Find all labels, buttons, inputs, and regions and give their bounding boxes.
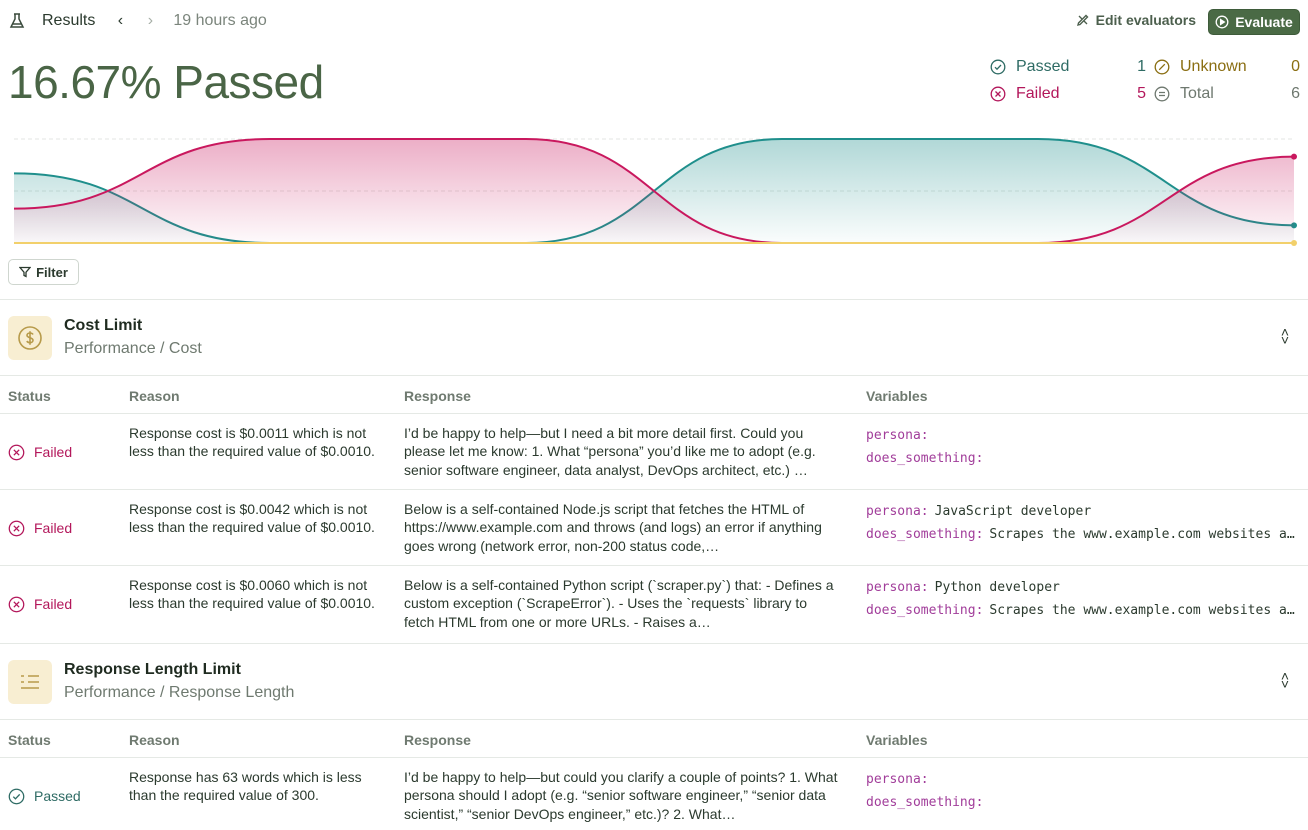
status-text: Failed [34,443,73,460]
column-reason: Reason [129,388,180,404]
variable-key: persona: [866,428,929,443]
evaluate-button[interactable]: Evaluate [1208,9,1300,35]
section-header[interactable]: Response Length Limit Performance / Resp… [0,643,1308,719]
column-response: Response [404,388,471,404]
variables-cell: persona: does_something: [866,424,1300,470]
section-title: Cost Limit [64,317,143,334]
reason-cell: Response cost is $0.0011 which is not le… [129,425,375,460]
equals-circle-icon [1154,86,1170,102]
variable-key: does_something: [866,795,984,810]
pass-rate-headline: 16.67% Passed [8,56,324,108]
page-title: Results [42,12,96,29]
response-cell: Below is a self-contained Python script … [404,577,834,630]
status-text: Failed [34,519,73,536]
column-status: Status [8,732,51,748]
results-area-chart [13,138,1297,246]
edit-evaluators-button[interactable]: Edit evaluators [1076,12,1196,28]
filter-icon [19,266,32,278]
column-reason: Reason [129,732,180,748]
text-lines-icon [8,660,52,704]
filter-button[interactable]: Filter [8,259,79,285]
column-status: Status [8,388,51,404]
collapse-icon[interactable]: ˄ ˅ [1278,669,1292,691]
variable-key: does_something: [866,603,984,618]
section-title: Response Length Limit [64,661,241,678]
check-circle-icon [990,59,1006,75]
status-cell: Passed [8,758,81,830]
unknown-label: Unknown [1180,58,1247,75]
table-row[interactable]: Failed Response cost is $0.0011 which is… [0,413,1308,489]
variable-key: persona: [866,580,929,595]
x-circle-icon [990,86,1006,102]
variable-value: JavaScript developer [934,504,1092,519]
failed-label: Failed [1016,85,1060,102]
unknown-circle-icon [1154,59,1170,75]
passed-count: 1 [1137,58,1146,75]
evaluate-label: Evaluate [1235,14,1293,30]
failed-count: 5 [1137,85,1146,102]
table-row[interactable]: Failed Response cost is $0.0060 which is… [0,565,1308,641]
x-circle-icon [8,444,25,460]
failed-end-point [1291,153,1297,160]
column-variables: Variables [866,388,928,404]
response-cell: I’d be happy to help—but I need a bit mo… [404,425,816,478]
passed-label: Passed [1016,58,1070,75]
variable-value: Python developer [934,580,1060,595]
flask-icon [9,13,25,28]
table-row[interactable]: Failed Response cost is $0.0042 which is… [0,489,1308,565]
unknown-end-point [1291,240,1297,246]
variable-key: does_something: [866,451,984,466]
play-circle-icon [1215,15,1229,29]
variables-cell: persona: JavaScript developer does_someth… [866,500,1300,546]
status-cell: Failed [8,566,72,642]
stats-summary: Passed 1 Unknown 0 Failed 5 Total 6 [990,58,1300,103]
column-variables: Variables [866,732,928,748]
edit-evaluators-label: Edit evaluators [1095,12,1196,28]
variable-value: Scrapes the www.example.com websites and… [989,603,1300,618]
pencil-ruler-icon [1076,14,1089,26]
run-time: 19 hours ago [173,12,267,29]
section-subtitle: Performance / Response Length [64,684,295,701]
response-cell: Below is a self-contained Node.js script… [404,501,822,554]
table-header: Status Reason Response Variables [0,375,1308,413]
filter-label: Filter [36,264,68,280]
status-text: Failed [34,595,73,612]
reason-cell: Response cost is $0.0060 which is not le… [129,577,375,612]
variable-key: does_something: [866,527,984,542]
variable-key: persona: [866,504,929,519]
check-circle-icon [8,788,25,804]
section-response-length-limit: Response Length Limit Performance / Resp… [0,643,1308,830]
variables-cell: persona: does_something: [866,768,1300,814]
x-circle-icon [8,520,25,536]
reason-cell: Response has 63 words which is less than… [129,769,362,804]
section-subtitle: Performance / Cost [64,340,202,357]
total-count: 6 [1291,85,1300,102]
variables-cell: persona: Python developer does_something:… [866,576,1300,622]
section-cost-limit: Cost Limit Performance / Cost ˄ ˅ Status … [0,299,1308,641]
variable-key: persona: [866,772,929,787]
status-cell: Failed [8,490,72,566]
chevron-left-icon[interactable]: ‹ [113,12,127,30]
section-header[interactable]: Cost Limit Performance / Cost ˄ ˅ [0,299,1308,375]
reason-cell: Response cost is $0.0042 which is not le… [129,501,375,536]
response-cell: I’d be happy to help—but could you clari… [404,769,838,822]
chevron-right-icon[interactable]: › [143,12,157,30]
collapse-icon[interactable]: ˄ ˅ [1278,325,1292,347]
status-cell: Failed [8,414,72,490]
column-response: Response [404,732,471,748]
status-text: Passed [34,787,81,804]
dollar-icon [8,316,52,360]
x-circle-icon [8,596,25,612]
unknown-count: 0 [1291,58,1300,75]
total-label: Total [1180,85,1214,102]
table-header: Status Reason Response Variables [0,719,1308,757]
variable-value: Scrapes the www.example.com websites and… [989,527,1300,542]
table-row[interactable]: Passed Response has 63 words which is le… [0,757,1308,830]
